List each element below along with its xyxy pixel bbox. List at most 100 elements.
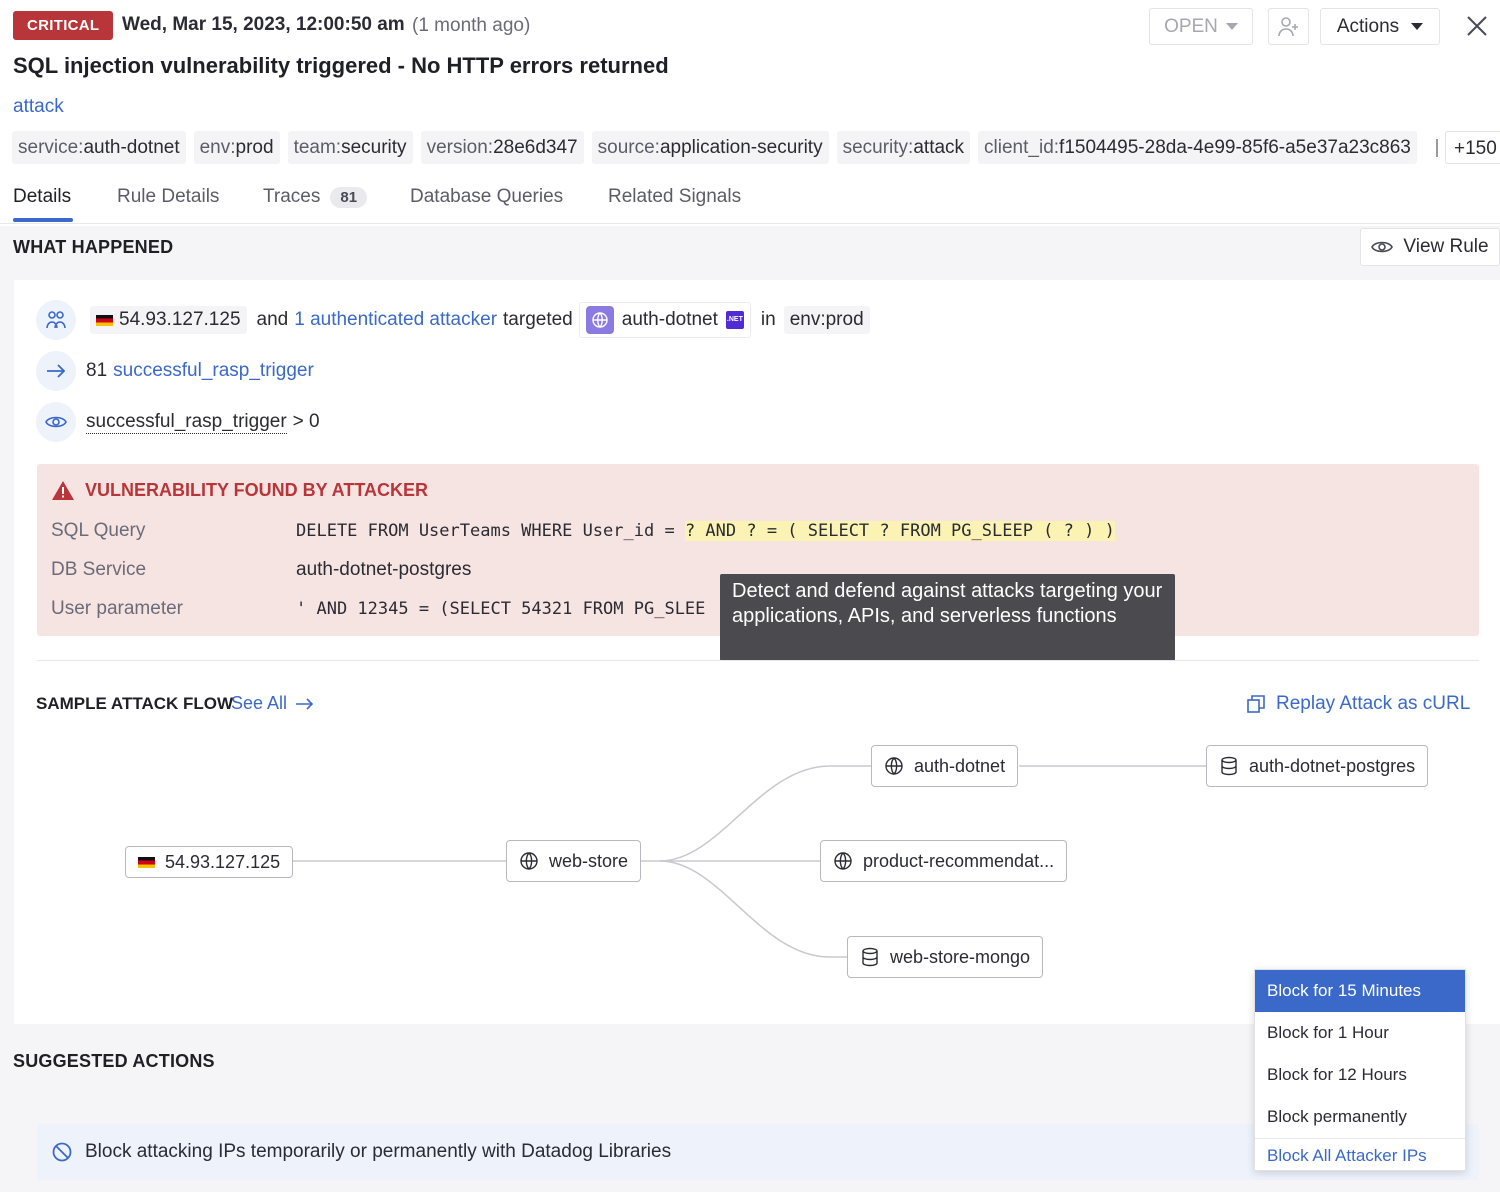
- sql-query-value: DELETE FROM UserTeams WHERE User_id = ? …: [296, 521, 1115, 541]
- tab-details[interactable]: Details: [13, 186, 71, 208]
- signal-header: CRITICAL Wed, Mar 15, 2023, 12:00:50 am …: [0, 0, 1500, 52]
- node-label: web-store: [549, 850, 629, 871]
- add-user-icon: [1277, 16, 1298, 36]
- user-parameter-label: User parameter: [51, 598, 183, 619]
- eye-icon: [1371, 241, 1394, 253]
- arrow-right-icon: [36, 351, 76, 391]
- traces-count-badge: 81: [330, 186, 368, 208]
- close-icon[interactable]: [1463, 12, 1491, 40]
- vulnerability-heading: VULNERABILITY FOUND BY ATTACKER: [51, 480, 428, 501]
- service-chip[interactable]: auth-dotnet .NET: [578, 302, 751, 338]
- more-tags-button[interactable]: +150: [1445, 131, 1500, 164]
- actions-label: Actions: [1336, 15, 1400, 37]
- block-12-hours-option[interactable]: Block for 12 Hours: [1255, 1054, 1465, 1096]
- attacker-ip-chip[interactable]: 54.93.127.125: [90, 306, 247, 334]
- database-icon: [1221, 756, 1237, 776]
- summary-text: in: [760, 309, 776, 330]
- tag-chip[interactable]: env:prod: [193, 131, 280, 164]
- block-15-minutes-option[interactable]: Block for 15 Minutes: [1255, 970, 1465, 1012]
- flow-node-web-store[interactable]: web-store: [506, 840, 642, 882]
- tag-chip[interactable]: client_id:f1504495-28da-4e99-85f6-a5e37a…: [978, 131, 1417, 164]
- flow-node-source-ip[interactable]: 54.93.127.125: [125, 846, 294, 878]
- block-duration-menu: Block for 15 Minutes Block for 1 Hour Bl…: [1254, 969, 1466, 1171]
- severity-badge: CRITICAL: [13, 11, 114, 40]
- tab-related-signals[interactable]: Related Signals: [608, 186, 741, 208]
- tag-chip[interactable]: version:28e6d347: [420, 131, 584, 164]
- node-label: 54.93.127.125: [165, 851, 281, 872]
- arrow-right-icon: [296, 697, 314, 710]
- view-rule-button[interactable]: View Rule: [1360, 228, 1500, 266]
- tag-key: security:: [842, 137, 914, 158]
- node-label: auth-dotnet-postgres: [1249, 755, 1416, 776]
- attack-summary-row: 54.93.127.125 and 1 authenticated attack…: [36, 300, 874, 340]
- assign-user-button[interactable]: [1268, 8, 1309, 45]
- globe-icon: [885, 757, 903, 775]
- block-all-attacker-ips-option[interactable]: Block All Attacker IPs: [1255, 1138, 1465, 1172]
- tag-chip[interactable]: security:attack: [836, 131, 971, 164]
- what-happened-heading: WHAT HAPPENED: [13, 237, 174, 257]
- block-1-hour-option[interactable]: Block for 1 Hour: [1255, 1012, 1465, 1054]
- flow-node-product-recommendation[interactable]: product-recommendat...: [820, 840, 1068, 882]
- tag-chip[interactable]: source:application-security: [591, 131, 829, 164]
- see-all-label: See All: [231, 693, 288, 713]
- tab-label: Details: [13, 186, 72, 207]
- tag-key: client_id:: [984, 137, 1060, 158]
- attack-flow-heading: SAMPLE ATTACK FLOW: [36, 694, 234, 713]
- info-tooltip: Detect and defend against attacks target…: [720, 574, 1175, 661]
- tab-bar: Details Rule Details Traces 81 Database Q…: [0, 180, 1500, 224]
- tab-rule-details[interactable]: Rule Details: [117, 186, 219, 208]
- suggested-actions-heading: SUGGESTED ACTIONS: [13, 1051, 215, 1071]
- replay-curl-button[interactable]: Replay Attack as cURL: [1246, 693, 1470, 715]
- vulnerability-title: VULNERABILITY FOUND BY ATTACKER: [85, 480, 429, 500]
- tag-key: env:: [199, 137, 236, 158]
- tab-label: Related Signals: [608, 186, 742, 207]
- category-link[interactable]: attack: [13, 96, 64, 118]
- trigger-metric-link[interactable]: successful_rasp_trigger: [113, 360, 314, 382]
- see-all-link[interactable]: See All: [231, 693, 315, 714]
- tag-key: source:: [597, 137, 660, 158]
- flow-node-auth-db[interactable]: auth-dotnet-postgres: [1206, 745, 1429, 787]
- summary-text: targeted: [503, 309, 573, 330]
- tab-traces[interactable]: Traces 81: [263, 186, 368, 208]
- database-icon: [862, 947, 878, 967]
- active-tab-indicator: [13, 218, 73, 222]
- copy-icon: [1247, 695, 1265, 713]
- tag-value: auth-dotnet: [83, 137, 180, 158]
- tag-list: service:auth-dotnet env:prod team:securi…: [12, 131, 1417, 164]
- flow-node-web-store-mongo[interactable]: web-store-mongo: [847, 936, 1044, 978]
- germany-flag-icon: [138, 856, 155, 868]
- env-chip[interactable]: env:prod: [783, 306, 870, 334]
- tag-key: version:: [426, 137, 494, 158]
- authenticated-attackers-link[interactable]: 1 authenticated attacker: [294, 309, 497, 331]
- rule-condition-row: successful_rasp_trigger > 0: [36, 402, 320, 442]
- warning-icon: [52, 481, 74, 500]
- relative-time: (1 month ago): [412, 15, 531, 36]
- flow-node-auth-dotnet[interactable]: auth-dotnet: [871, 745, 1019, 787]
- tab-database-queries[interactable]: Database Queries: [410, 186, 563, 208]
- eye-icon: [36, 402, 76, 442]
- condition-metric: successful_rasp_trigger: [86, 410, 287, 434]
- node-label: auth-dotnet: [914, 755, 1006, 776]
- status-label: OPEN: [1164, 15, 1218, 37]
- status-dropdown[interactable]: OPEN: [1149, 8, 1253, 45]
- signal-title: SQL injection vulnerability triggered - …: [13, 53, 669, 78]
- trigger-count-row: 81 successful_rasp_trigger: [36, 351, 314, 391]
- block-icon: [52, 1142, 72, 1162]
- section-divider: [37, 660, 1479, 661]
- tag-chip[interactable]: service:auth-dotnet: [12, 131, 186, 164]
- dotnet-icon: .NET: [725, 311, 744, 329]
- tag-chip[interactable]: team:security: [287, 131, 413, 164]
- condition-operator: > 0: [292, 411, 320, 432]
- tag-key: service:: [18, 137, 84, 158]
- node-label: web-store-mongo: [890, 946, 1031, 967]
- tab-label: Rule Details: [117, 186, 220, 207]
- sql-query-label: SQL Query: [51, 520, 146, 541]
- tag-value: attack: [913, 137, 965, 158]
- actions-dropdown[interactable]: Actions: [1320, 8, 1440, 45]
- replay-label: Replay Attack as cURL: [1276, 693, 1471, 714]
- summary-text: and: [256, 309, 289, 330]
- tag-value: application-security: [659, 137, 823, 158]
- block-permanently-option[interactable]: Block permanently: [1255, 1096, 1465, 1138]
- germany-flag-icon: [96, 314, 113, 326]
- sql-query-highlight: ? AND ? = ( SELECT ? FROM PG_SLEEP ( ? )…: [684, 521, 1115, 541]
